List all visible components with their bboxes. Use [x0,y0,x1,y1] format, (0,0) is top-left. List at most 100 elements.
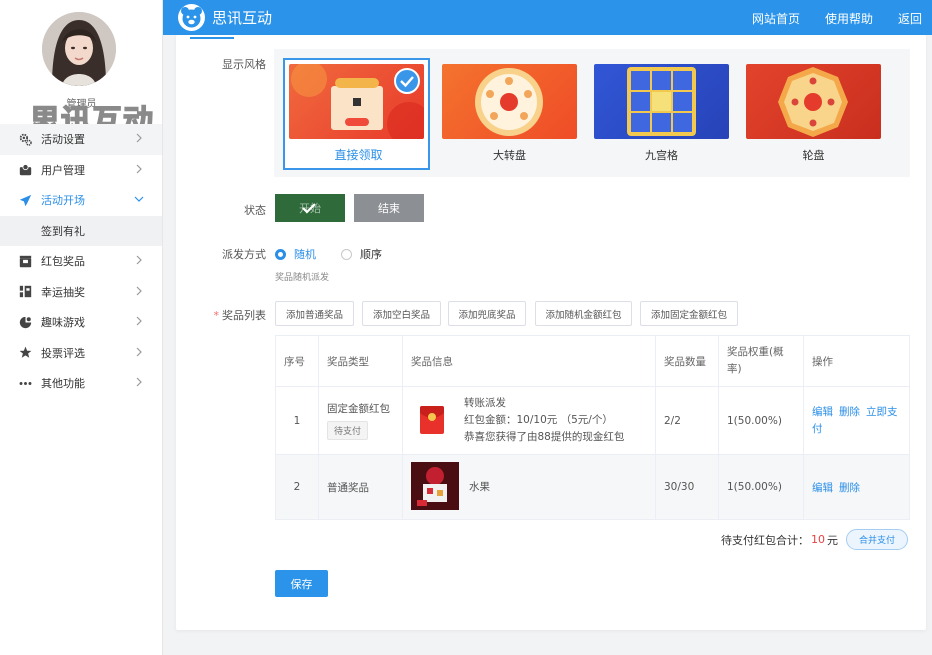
pending-total-label: 待支付红包合计： [720,533,809,547]
paper-plane-icon [18,193,32,207]
sidebar-item-red-packet[interactable]: 红包奖品 [0,246,162,277]
status-label: 状态 [244,204,266,217]
style-caption: 直接领取 [334,148,383,162]
style-label: 显示风格 [222,58,266,71]
sidebar-item-user-management[interactable]: 用户管理 [0,155,162,186]
edit-link[interactable]: 编辑 [812,406,833,418]
style-option-direct[interactable]: 直接领取 [283,58,430,170]
sidebar-item-activity-settings[interactable]: 活动设置 [0,124,162,155]
col-header-type: 奖品类型 [318,335,403,387]
cell-index: 2 [275,454,319,520]
cell-actions: 编辑 删除 立即支付 [803,386,910,455]
cell-type: 普通奖品 [318,454,403,520]
sidebar-item-label: 用户管理 [41,163,85,177]
cell-info: 转账派发 红包金额：10/10元 （5元/个） 恭喜您获得了由88提供的现金红包 [402,386,656,455]
add-fixed-redpacket-button[interactable]: 添加固定金额红包 [640,301,738,326]
cell-info: 水果 [402,454,656,520]
style-option-grid[interactable]: 九宫格 [594,64,729,163]
sidebar-item-fun-games[interactable]: 趣味游戏 [0,307,162,338]
sidebar-item-label: 趣味游戏 [41,316,85,330]
top-bar: 思讯互动 网站首页 使用帮助 返回 [163,0,932,35]
save-button[interactable]: 保存 [275,570,328,597]
nav-back-link[interactable]: 返回 [898,10,922,27]
sidebar-item-label: 活动设置 [41,133,85,147]
dispatch-sequential-radio[interactable]: 顺序 [341,246,382,262]
sliders-icon [18,285,32,299]
sidebar-item-label: 红包奖品 [41,255,85,269]
brand-title: 思讯互动 [212,9,273,27]
chevron-down-icon [134,194,144,204]
style-selector: 直接领取 大转盘 九宫格 轮盘 [274,49,910,177]
info-line: 转账派发 [464,397,506,409]
sidebar-item-activity-live[interactable]: 活动开场 [0,185,162,216]
sidebar-item-label: 其他功能 [41,377,85,391]
add-random-redpacket-button[interactable]: 添加随机金额红包 [535,301,632,326]
check-icon [302,203,316,214]
selected-check-icon [394,68,420,94]
info-line: 恭喜您获得了由88提供的现金红包 [464,431,625,443]
prizes-table: 序号 奖品类型 奖品信息 奖品数量 奖品权重(概率) 操作 1 固定金额红包 待… [275,335,910,520]
style-option-roulette[interactable]: 轮盘 [746,64,881,163]
prizes-label: * 奖品列表 [176,307,267,323]
add-normal-prize-button[interactable]: 添加普通奖品 [275,301,354,326]
merge-pay-button[interactable]: 合并支付 [845,529,908,550]
nav-home-link[interactable]: 网站首页 [752,10,800,27]
style-caption: 轮盘 [802,149,825,162]
table-row: 2 普通奖品 水果 30/30 1(50.00%) 编辑 删除 [275,454,910,520]
radio-label: 顺序 [360,248,382,261]
sidebar-item-voting[interactable]: 投票评选 [0,338,162,369]
status-end-button[interactable]: 结束 [354,194,424,222]
sidebar-item-label: 幸运抽奖 [41,285,85,299]
gears-icon [18,132,32,146]
gift-box-icon [18,254,32,268]
style-caption: 九宫格 [645,149,678,162]
sidebar-item-lucky-draw[interactable]: 幸运抽奖 [0,277,162,308]
cell-type: 固定金额红包 待支付 [318,386,403,455]
status-start-button[interactable]: 开始 [275,194,345,222]
sidebar-menu: 活动设置 用户管理 活动开场 签到有礼 红包奖品 幸运抽奖 趣味游戏 投票评选 … [0,124,162,399]
sidebar-subitem-signin-gift[interactable]: 签到有礼 [0,215,162,246]
nav-help-link[interactable]: 使用帮助 [825,10,873,27]
chevron-right-icon [134,286,144,296]
table-header-row: 序号 奖品类型 奖品信息 奖品数量 奖品权重(概率) 操作 [275,335,910,387]
red-envelope-icon [414,401,450,440]
style-caption: 大转盘 [493,149,526,162]
style-thumb-roulette [746,64,881,139]
sidebar-item-other-functions[interactable]: 其他功能 [0,368,162,399]
more-dots-icon [18,376,32,390]
delete-link[interactable]: 删除 [839,482,860,494]
style-option-wheel[interactable]: 大转盘 [442,64,577,163]
sidebar: 管理员 思讯互动 活动设置 用户管理 活动开场 签到有礼 红包奖品 幸运抽奖 趣… [0,0,163,655]
chevron-right-icon [134,347,144,357]
add-fallback-prize-button[interactable]: 添加兜底奖品 [448,301,526,326]
tab-indicator [190,37,234,39]
game-icon [18,315,32,329]
pending-total-unit: 元 [826,533,838,547]
info-line: 红包金额：10/10元 （5元/个） [464,414,613,426]
bear-logo-icon[interactable] [178,4,205,31]
style-thumb-grid [594,64,729,139]
col-header-actions: 操作 [803,335,910,387]
pending-total-amount: 10 [810,533,825,546]
add-blank-prize-button[interactable]: 添加空白奖品 [362,301,441,326]
star-icon [18,346,32,360]
style-thumb-wheel [442,64,577,139]
chevron-right-icon [134,164,144,174]
edit-link[interactable]: 编辑 [812,482,833,494]
avatar[interactable] [42,12,116,86]
col-header-quantity: 奖品数量 [655,335,719,387]
prize-image [411,461,459,513]
chevron-right-icon [134,316,144,326]
col-header-info: 奖品信息 [402,335,656,387]
radio-label: 随机 [294,248,316,261]
dispatch-hint: 奖品随机派发 [275,273,330,283]
cell-quantity: 30/30 [655,454,719,520]
delete-link[interactable]: 删除 [839,406,860,418]
required-mark: * [213,309,220,322]
cell-weight: 1(50.00%) [718,454,804,520]
cell-quantity: 2/2 [655,386,719,455]
user-box-icon [18,163,32,177]
dispatch-random-radio[interactable]: 随机 [275,246,316,262]
cell-actions: 编辑 删除 [803,454,910,520]
chevron-right-icon [134,255,144,265]
